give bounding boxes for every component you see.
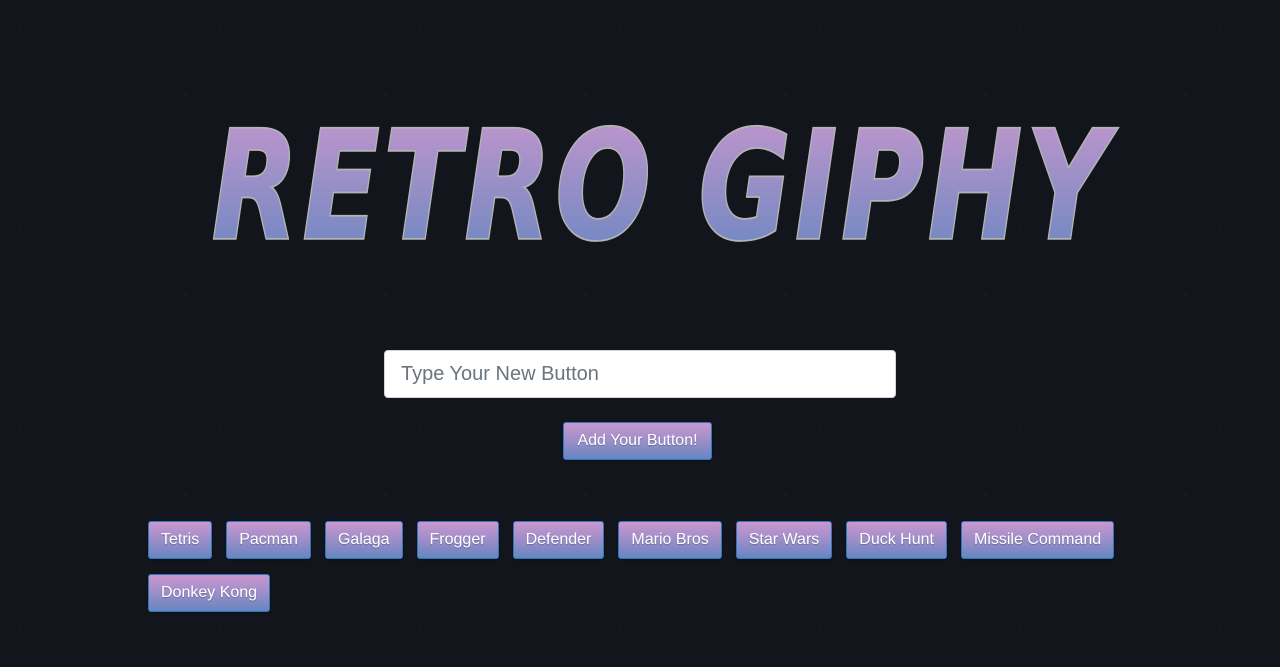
game-button[interactable]: Missile Command <box>960 521 1115 559</box>
game-button[interactable]: Star Wars <box>735 521 833 559</box>
retro-giphy-logo: RETRO GIPHY <box>210 100 1118 260</box>
game-button[interactable]: Donkey Kong <box>148 574 271 612</box>
game-button[interactable]: Defender <box>512 521 605 559</box>
game-button[interactable]: Pacman <box>226 521 311 559</box>
new-button-input[interactable] <box>384 350 896 398</box>
game-button[interactable]: Mario Bros <box>618 521 722 559</box>
game-button[interactable]: Tetris <box>148 521 213 559</box>
game-button[interactable]: Frogger <box>416 521 499 559</box>
game-button[interactable]: Galaga <box>324 521 403 559</box>
add-button-form <box>384 350 896 398</box>
game-button[interactable]: Duck Hunt <box>846 521 947 559</box>
game-buttons-list: Tetris Pacman Galaga Frogger Defender Mario B… <box>148 521 1138 612</box>
add-button-submit[interactable]: Add Your Button! <box>563 422 712 460</box>
page-header: RETRO GIPHY <box>0 100 1280 260</box>
page-title: RETRO GIPHY <box>212 100 1118 260</box>
